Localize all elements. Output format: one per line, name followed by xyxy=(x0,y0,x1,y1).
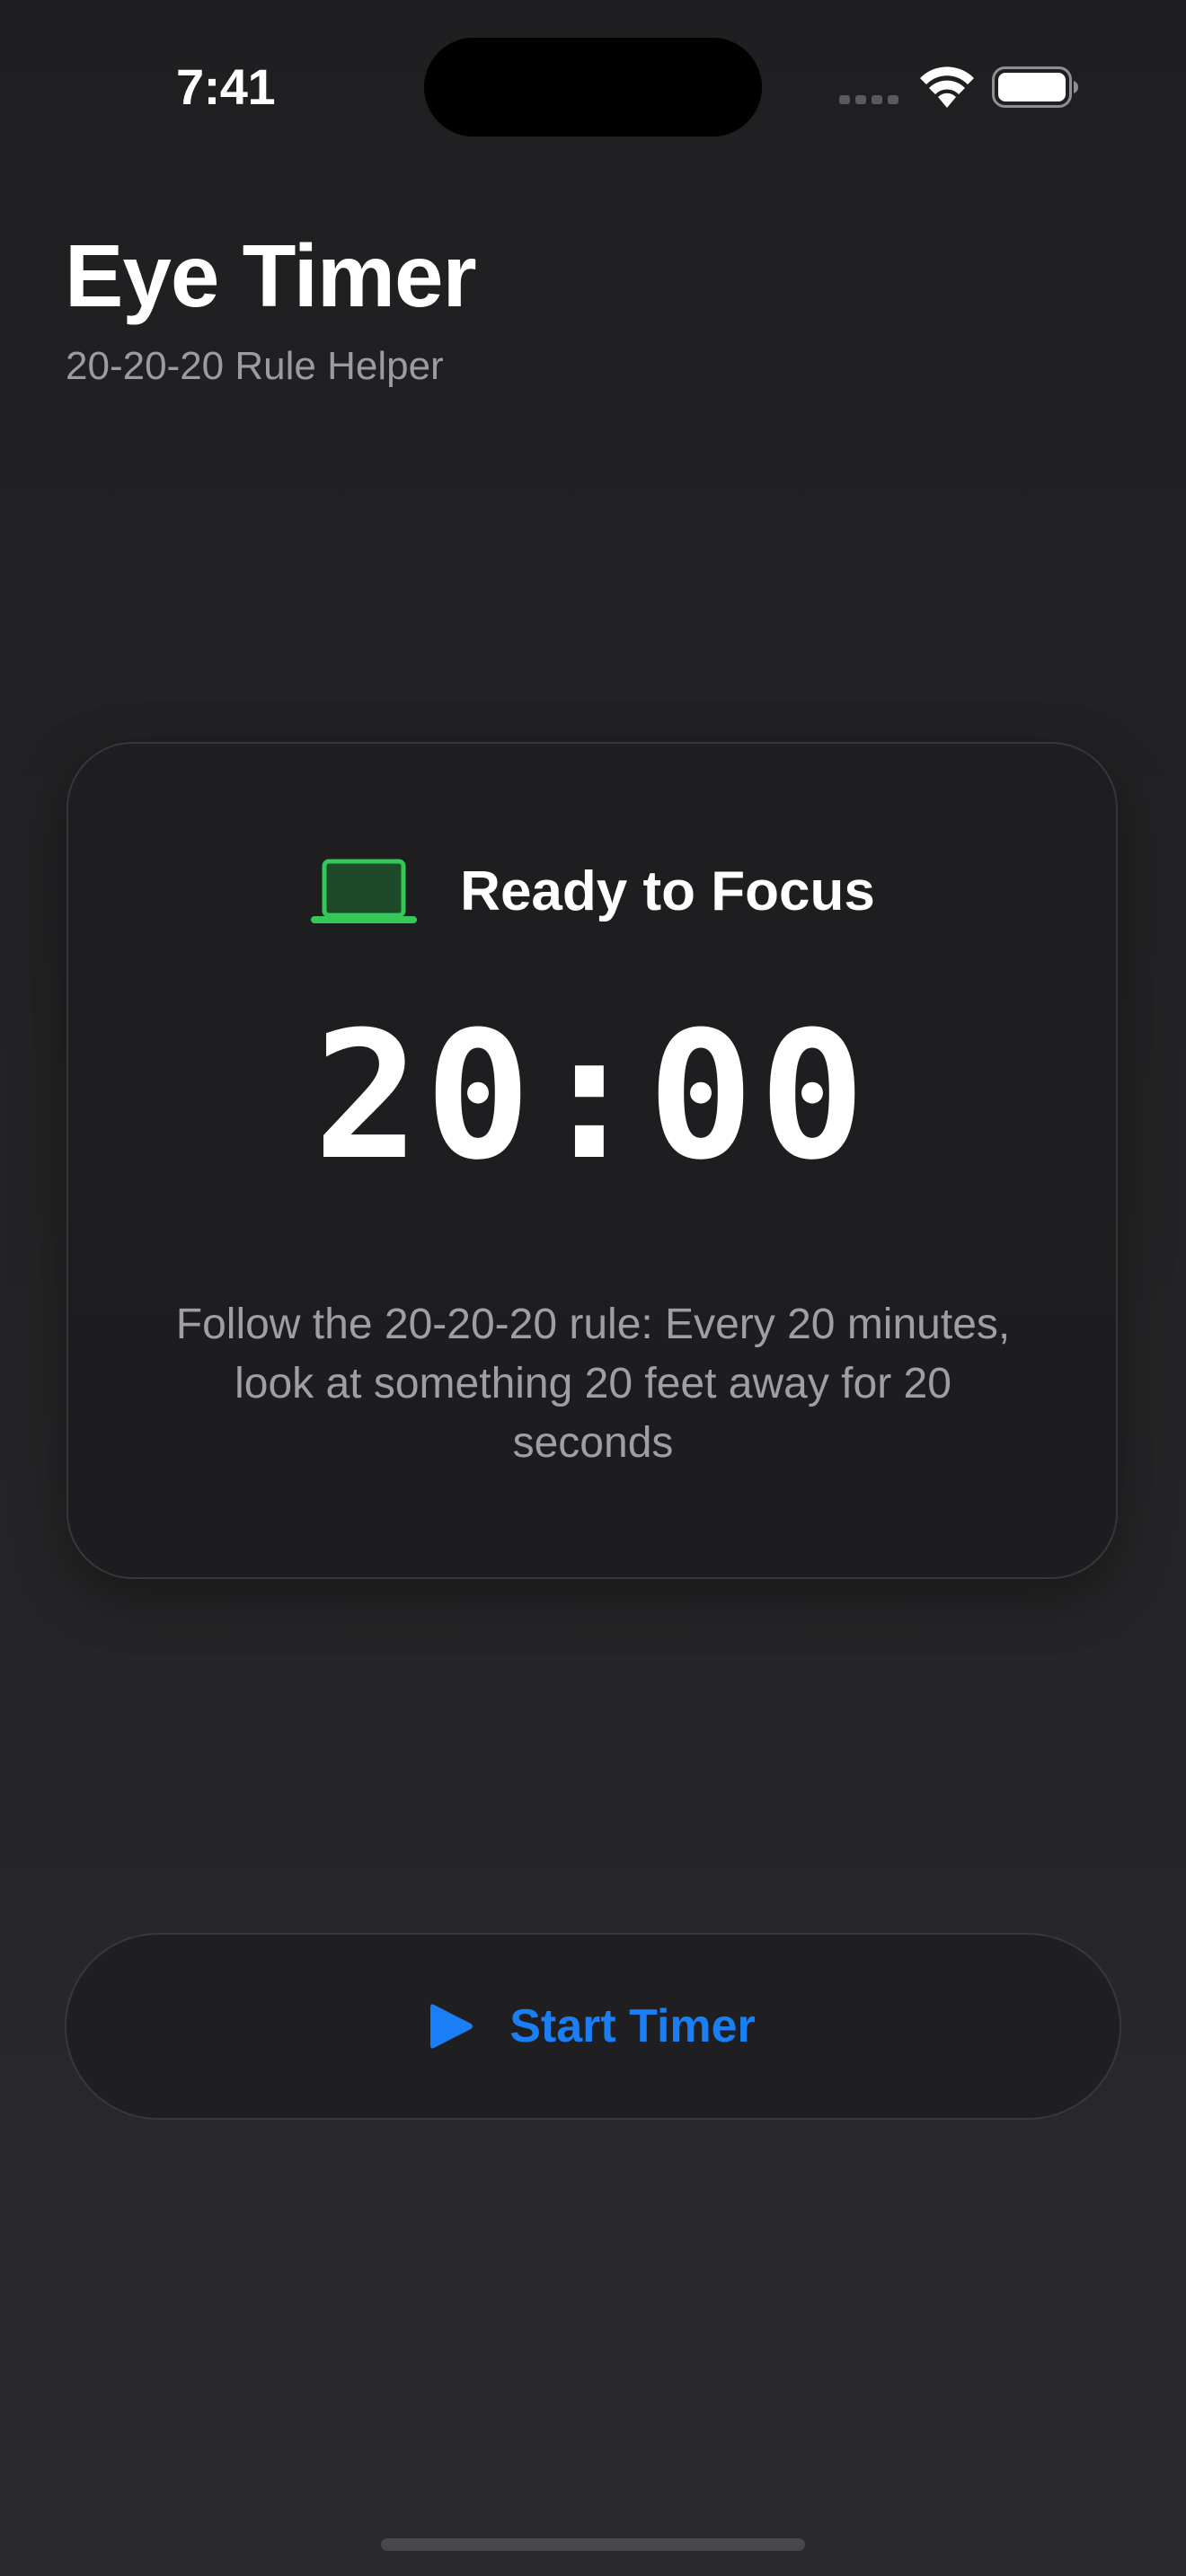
home-indicator[interactable] xyxy=(381,2538,805,2551)
timer-card: Ready to Focus 20:00 Follow the 20-20-20… xyxy=(66,742,1118,1579)
eye-timer-screen: { "status_bar": { "time": "7:41", "icons… xyxy=(0,0,1186,2576)
rule-description: Follow the 20-20-20 rule: Every 20 minut… xyxy=(175,1301,1011,1467)
timer-status-label: Ready to Focus xyxy=(460,860,875,922)
start-timer-button[interactable]: Start Timer xyxy=(65,1933,1121,2120)
cellular-signal-icon xyxy=(839,95,898,104)
battery-icon xyxy=(992,66,1078,108)
dynamic-island xyxy=(424,38,762,137)
play-icon xyxy=(430,2004,474,2049)
status-bar-time: 7:41 xyxy=(176,58,276,115)
page-title: Eye Timer xyxy=(65,226,477,325)
timer-display: 20:00 xyxy=(313,994,871,1199)
page-subtitle: 20-20-20 Rule Helper xyxy=(66,344,444,388)
start-timer-label: Start Timer xyxy=(509,2000,756,2052)
laptop-icon xyxy=(311,859,418,923)
wifi-icon xyxy=(920,66,974,108)
timer-status-row: Ready to Focus xyxy=(68,851,1116,932)
